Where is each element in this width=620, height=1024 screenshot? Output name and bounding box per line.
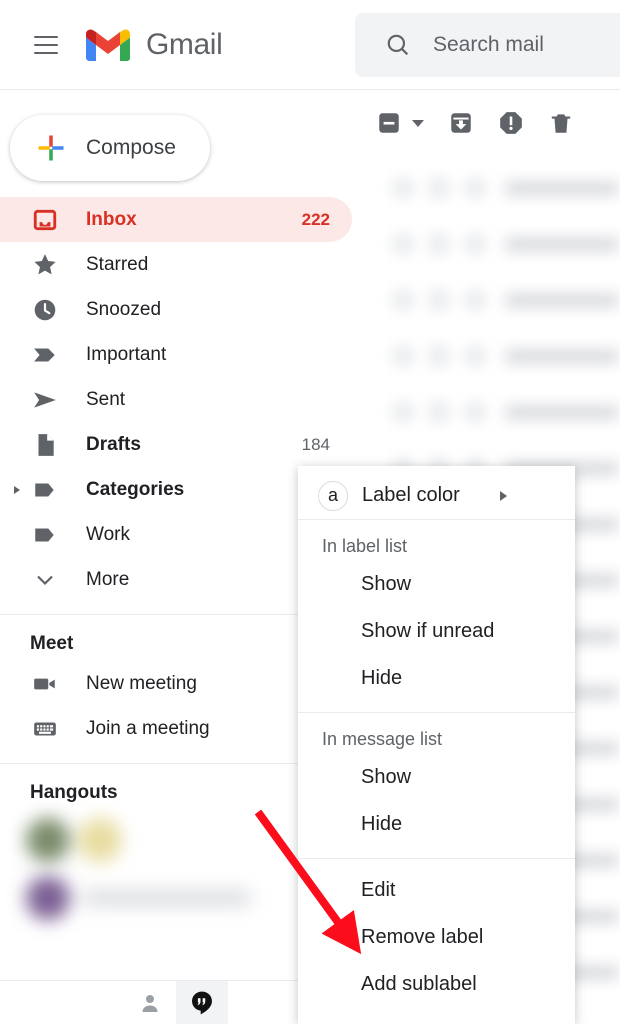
- meet-item-label: New meeting: [86, 672, 197, 694]
- star-icon: [30, 252, 60, 278]
- menu-item-label: Add sublabel: [361, 973, 477, 995]
- menu-item-label: Hide: [361, 667, 403, 689]
- sidebar-item-label: Snoozed: [86, 298, 162, 320]
- menu-item-message-list-show[interactable]: Show: [298, 754, 575, 801]
- menu-item-label: Show: [361, 573, 412, 595]
- menu-item-label: Show: [361, 766, 412, 788]
- menu-group-title-label-list: In label list: [322, 536, 408, 556]
- sidebar-item-starred[interactable]: Starred: [0, 242, 352, 287]
- menu-divider: [298, 519, 575, 520]
- send-icon: [30, 387, 60, 413]
- sidebar-item-label: Starred: [86, 253, 149, 275]
- hamburger-icon[interactable]: [34, 35, 58, 54]
- sidebar-item-drafts[interactable]: Drafts 184: [0, 422, 352, 467]
- menu-item-label: Remove label: [361, 926, 484, 948]
- meet-item-label: Join a meeting: [86, 717, 210, 739]
- label-color-badge: a: [318, 480, 348, 511]
- chevron-down-icon[interactable]: [412, 119, 424, 127]
- sidebar-item-inbox[interactable]: Inbox 222: [0, 197, 352, 242]
- label-context-menu: a Label color In label list Show Show if…: [298, 466, 575, 1024]
- sidebar-item-label: Work: [86, 523, 130, 545]
- hangouts-icon[interactable]: [176, 980, 228, 1024]
- menu-divider: [298, 858, 575, 859]
- menu-divider: [298, 712, 575, 713]
- message-toolbar: [352, 90, 620, 156]
- person-icon[interactable]: [124, 981, 176, 1024]
- compose-button[interactable]: Compose: [10, 115, 210, 181]
- menu-item-label: Edit: [361, 879, 396, 901]
- delete-icon[interactable]: [548, 110, 574, 136]
- important-icon: [30, 342, 60, 368]
- gmail-logo-icon: [86, 29, 130, 61]
- list-item[interactable]: [352, 160, 620, 216]
- gmail-app-window: Gmail Search mail Compose Inbox 222 Star…: [0, 0, 620, 1024]
- label-icon: [30, 522, 60, 548]
- inbox-icon: [30, 207, 60, 233]
- sidebar-item-sent[interactable]: Sent: [0, 377, 352, 422]
- sidebar-item-label: Sent: [86, 388, 126, 410]
- report-spam-icon[interactable]: [498, 110, 524, 136]
- sidebar-item-label: Categories: [86, 478, 185, 500]
- sidebar-item-label: Drafts: [86, 433, 141, 455]
- menu-group-title-message-list: In message list: [322, 729, 443, 749]
- menu-item-message-list-hide[interactable]: Hide: [298, 801, 575, 848]
- sidebar-item-count: 184: [301, 434, 330, 454]
- menu-item-label: Hide: [361, 813, 403, 835]
- select-all-checkbox-icon[interactable]: [376, 110, 424, 136]
- sidebar-item-label: Inbox: [86, 208, 137, 230]
- menu-item-label-list-show-if-unread[interactable]: Show if unread: [298, 608, 575, 655]
- menu-item-label: Label color: [362, 484, 460, 506]
- list-item[interactable]: [352, 328, 620, 384]
- list-item[interactable]: [352, 384, 620, 440]
- sidebar-item-label: More: [86, 568, 130, 590]
- search-bar[interactable]: Search mail: [355, 13, 620, 77]
- menu-item-label-list-hide[interactable]: Hide: [298, 655, 575, 702]
- keyboard-icon: [30, 716, 60, 742]
- sidebar-item-count: 222: [301, 209, 330, 229]
- clock-icon: [30, 297, 60, 323]
- plus-icon: [38, 135, 64, 161]
- video-camera-icon: [30, 671, 60, 697]
- sidebar-item-important[interactable]: Important: [0, 332, 352, 377]
- list-item[interactable]: [352, 272, 620, 328]
- sidebar-item-label: Important: [86, 343, 167, 365]
- menu-item-remove-label[interactable]: Remove label: [298, 914, 575, 961]
- menu-item-add-sublabel[interactable]: Add sublabel: [298, 961, 575, 1008]
- draft-icon: [30, 432, 60, 458]
- menu-item-label-color[interactable]: a Label color: [298, 472, 575, 519]
- brand-title: Gmail: [146, 27, 223, 61]
- menu-item-label: Show if unread: [361, 620, 495, 642]
- sidebar-item-snoozed[interactable]: Snoozed: [0, 287, 352, 332]
- list-item[interactable]: [352, 216, 620, 272]
- compose-label: Compose: [86, 136, 176, 159]
- app-header: Gmail Search mail: [0, 0, 620, 90]
- chevron-down-icon: [30, 568, 60, 592]
- gmail-logo-lockup: Gmail: [86, 27, 223, 62]
- archive-icon[interactable]: [448, 110, 474, 136]
- menu-item-label-list-show[interactable]: Show: [298, 561, 575, 608]
- expand-caret-icon[interactable]: [14, 485, 20, 494]
- chevron-right-icon: [500, 490, 507, 501]
- menu-item-edit[interactable]: Edit: [298, 867, 575, 914]
- label-icon: [30, 477, 60, 503]
- search-input[interactable]: Search mail: [433, 33, 544, 57]
- search-icon: [387, 34, 409, 56]
